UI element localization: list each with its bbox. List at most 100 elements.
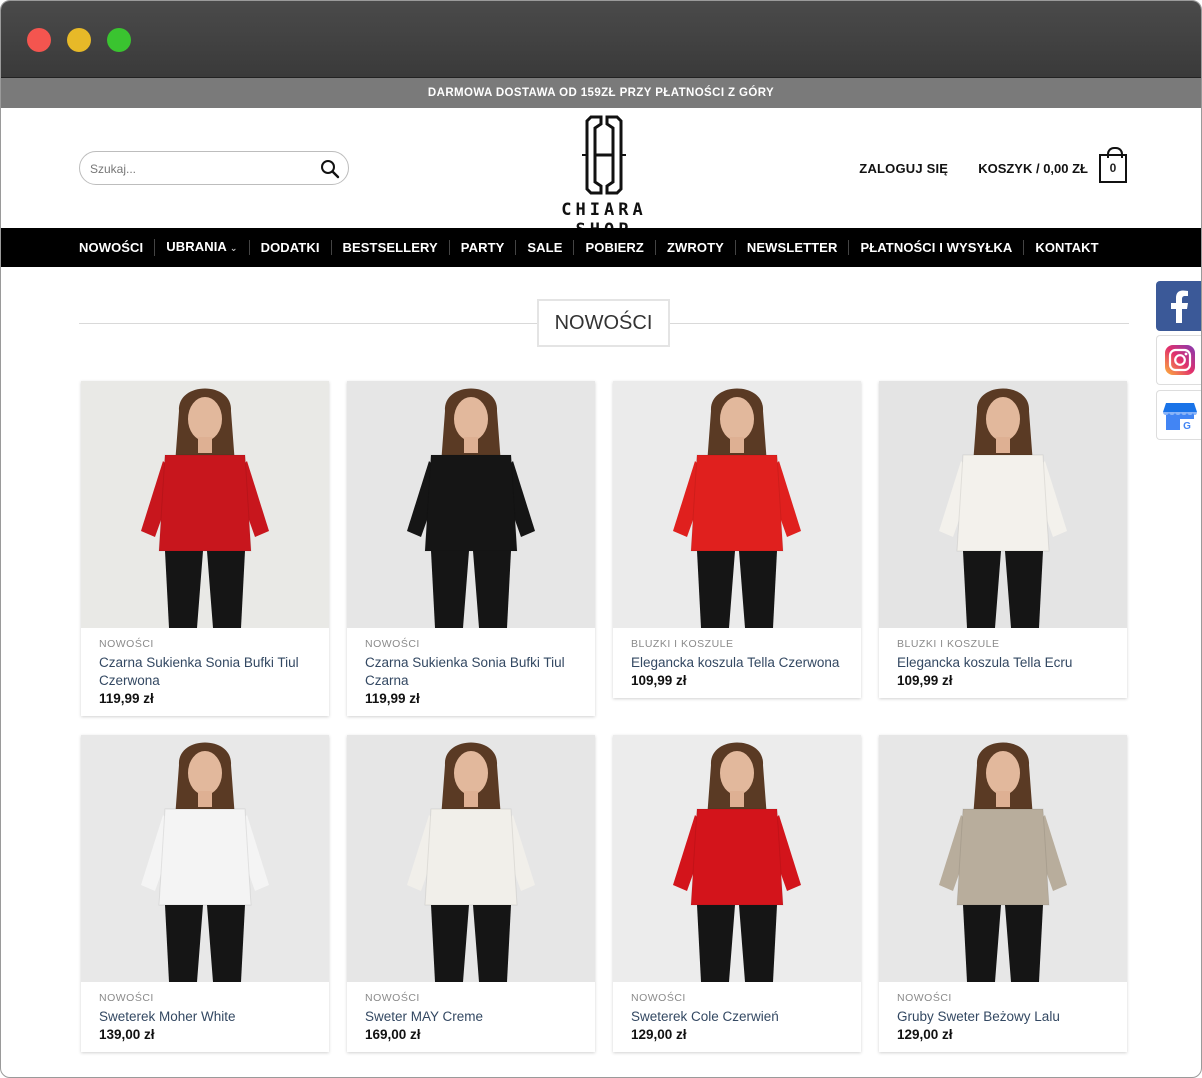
nav-item-label: KONTAKT [1035, 240, 1099, 255]
product-image[interactable] [347, 381, 595, 628]
nav-item-dodatki[interactable]: DODATKI [248, 240, 331, 255]
model-leg-right [1005, 905, 1043, 982]
model-leg-left [697, 905, 735, 982]
google-my-business-icon[interactable]: G [1156, 390, 1201, 440]
model-leg-left [431, 551, 469, 628]
model-leg-right [739, 551, 777, 628]
product-name[interactable]: Sweterek Cole Czerwień [631, 1008, 843, 1026]
model-leg-right [473, 551, 511, 628]
nav-item-label: NEWSLETTER [746, 240, 838, 255]
product-name[interactable]: Sweterek Moher White [99, 1008, 311, 1026]
product-category[interactable]: NOWOŚCI [365, 638, 577, 652]
model-leg-right [1005, 551, 1043, 628]
nav-item-label: ZWROTY [666, 240, 724, 255]
product-category[interactable]: NOWOŚCI [631, 992, 843, 1006]
model-neck [198, 791, 212, 807]
chevron-down-icon: ⌄ [229, 243, 238, 253]
site-logo[interactable]: CHIARA SHOP [527, 114, 681, 240]
product-card[interactable]: NOWOŚCI Czarna Sukienka Sonia Bufki Tiul… [347, 381, 595, 716]
nav-item-nowosci[interactable]: NOWOŚCI [79, 240, 154, 255]
model-face [720, 751, 754, 795]
product-name[interactable]: Czarna Sukienka Sonia Bufki Tiul Czarna [365, 654, 577, 690]
product-card[interactable]: NOWOŚCI Sweter MAY Creme 169,00 zł [347, 735, 595, 1052]
product-image[interactable] [347, 735, 595, 982]
nav-item-pobierz[interactable]: POBIERZ [573, 240, 654, 255]
nav-item-kontakt[interactable]: KONTAKT [1023, 240, 1109, 255]
product-price: 169,00 zł [365, 1027, 421, 1042]
product-card[interactable]: NOWOŚCI Sweterek Moher White 139,00 zł [81, 735, 329, 1052]
product-price: 119,99 zł [365, 691, 420, 706]
instagram-icon[interactable] [1156, 335, 1201, 385]
nav-item-label: BESTSELLERY [342, 240, 438, 255]
product-image[interactable] [879, 381, 1127, 628]
product-name[interactable]: Sweter MAY Creme [365, 1008, 577, 1026]
product-category[interactable]: NOWOŚCI [99, 638, 311, 652]
product-image[interactable] [81, 381, 329, 628]
model-leg-right [207, 905, 245, 982]
model-leg-left [963, 905, 1001, 982]
nav-item-sale[interactable]: SALE [515, 240, 573, 255]
product-name[interactable]: Elegancka koszula Tella Ecru [897, 654, 1109, 672]
nav-item-platnosci[interactable]: PŁATNOŚCI I WYSYŁKA [848, 240, 1023, 255]
section-heading: NOWOŚCI [79, 299, 1129, 347]
nav-item-label: SALE [527, 240, 563, 255]
product-image[interactable] [613, 381, 861, 628]
product-category[interactable]: NOWOŚCI [365, 992, 577, 1006]
product-price: 129,00 zł [897, 1027, 953, 1042]
nav-item-label: POBIERZ [585, 240, 644, 255]
nav-item-party[interactable]: PARTY [448, 240, 516, 255]
browser-window: DARMOWA DOSTAWA OD 159ZŁ PRZY PŁATNOŚCI … [0, 0, 1202, 1078]
model-neck [996, 791, 1010, 807]
model-garment [956, 808, 1050, 906]
product-card[interactable]: BLUZKI I KOSZULE Elegancka koszula Tella… [879, 381, 1127, 698]
nav-item-label: UBRANIA [166, 239, 227, 254]
product-card[interactable]: BLUZKI I KOSZULE Elegancka koszula Tella… [613, 381, 861, 698]
product-name[interactable]: Czarna Sukienka Sonia Bufki Tiul Czerwon… [99, 654, 311, 690]
product-price: 109,99 zł [631, 673, 687, 688]
model-neck [996, 437, 1010, 453]
product-price: 139,00 zł [99, 1027, 155, 1042]
product-name[interactable]: Gruby Sweter Beżowy Lalu [897, 1008, 1109, 1026]
minimize-window-button[interactable] [67, 28, 91, 52]
nav-item-zwroty[interactable]: ZWROTY [654, 240, 735, 255]
model-face [986, 397, 1020, 441]
cart-count-badge[interactable]: 0 [1099, 146, 1127, 183]
header-account-area: ZALOGUJ SIĘ KOSZYK / 0,00 ZŁ 0 [859, 146, 1127, 185]
search-icon[interactable] [320, 159, 340, 179]
search-input[interactable] [90, 160, 310, 178]
product-image[interactable] [81, 735, 329, 982]
product-card[interactable]: NOWOŚCI Sweterek Cole Czerwień 129,00 zł [613, 735, 861, 1052]
nav-item-label: NOWOŚCI [79, 240, 144, 255]
model-leg-right [739, 905, 777, 982]
close-window-button[interactable] [27, 28, 51, 52]
model-neck [464, 437, 478, 453]
product-category[interactable]: BLUZKI I KOSZULE [897, 638, 1109, 652]
product-card[interactable]: NOWOŚCI Czarna Sukienka Sonia Bufki Tiul… [81, 381, 329, 716]
cart-link[interactable]: KOSZYK / 0,00 ZŁ [978, 161, 1088, 176]
nav-item-label: PARTY [460, 240, 505, 255]
product-image[interactable] [879, 735, 1127, 982]
login-link[interactable]: ZALOGUJ SIĘ [859, 161, 948, 176]
site-header: CHIARA SHOP ZALOGUJ SIĘ KOSZYK / 0,00 ZŁ… [1, 108, 1201, 240]
product-category[interactable]: BLUZKI I KOSZULE [631, 638, 843, 652]
model-face [188, 397, 222, 441]
product-category[interactable]: NOWOŚCI [897, 992, 1109, 1006]
product-card[interactable]: NOWOŚCI Gruby Sweter Beżowy Lalu 129,00 … [879, 735, 1127, 1052]
model-garment [424, 454, 518, 552]
model-garment [690, 454, 784, 552]
nav-item-newsletter[interactable]: NEWSLETTER [734, 240, 849, 255]
facebook-icon[interactable] [1156, 281, 1201, 331]
model-face [188, 751, 222, 795]
chiara-monogram-icon [582, 115, 626, 195]
nav-item-label: PŁATNOŚCI I WYSYŁKA [860, 240, 1013, 255]
maximize-window-button[interactable] [107, 28, 131, 52]
main-nav: NOWOŚCI UBRANIA ⌄ DODATKI BESTSELLERY PAR… [1, 228, 1201, 267]
product-name[interactable]: Elegancka koszula Tella Czerwona [631, 654, 843, 672]
product-price: 119,99 zł [99, 691, 154, 706]
nav-item-label: DODATKI [260, 240, 320, 255]
nav-item-bestsellery[interactable]: BESTSELLERY [330, 240, 449, 255]
product-image[interactable] [613, 735, 861, 982]
product-category[interactable]: NOWOŚCI [99, 992, 311, 1006]
promo-bar: DARMOWA DOSTAWA OD 159ZŁ PRZY PŁATNOŚCI … [1, 78, 1201, 108]
nav-item-ubrania[interactable]: UBRANIA ⌄ [154, 239, 248, 256]
